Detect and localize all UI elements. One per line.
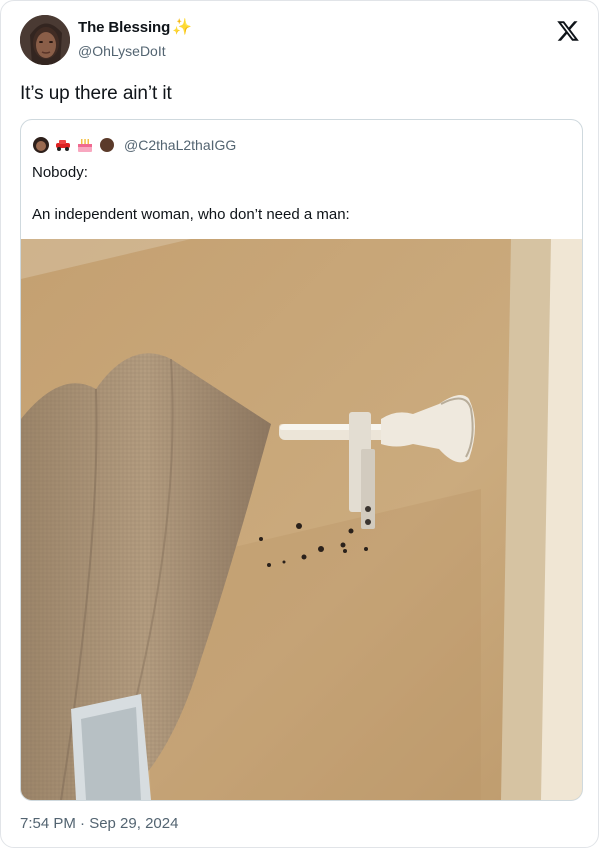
x-logo-icon[interactable] — [556, 19, 580, 43]
car-emoji — [56, 140, 70, 151]
quoted-text-line-1: Nobody: — [32, 164, 88, 181]
tweet-timestamp[interactable]: 7:54 PM · Sep 29, 2024 — [20, 815, 178, 832]
curtain-rod-photo[interactable] — [21, 239, 582, 800]
quoted-text-line-2: An independent woman, who don’t need a m… — [32, 206, 350, 223]
quoted-header: @C2thaL2thaIGG — [32, 136, 236, 154]
sparkles-icon: ✨ — [172, 18, 192, 36]
author-handle[interactable]: @OhLyseDoIt — [78, 43, 166, 59]
birthday-cake-emoji — [78, 139, 92, 152]
avatar-image — [20, 15, 70, 65]
dark-brown-circle-emoji — [100, 138, 114, 152]
author-avatar[interactable] — [20, 15, 70, 65]
woman-profile-emoji — [33, 137, 49, 153]
tweet-card: The Blessing ✨ @OhLyseDoIt It’s up there… — [0, 0, 599, 848]
quoted-handle[interactable]: @C2thaL2thaIGG — [124, 137, 236, 153]
tweet-text: It’s up there ain’t it — [20, 83, 172, 104]
quoted-tweet[interactable]: @C2thaL2thaIGG Nobody: An independent wo… — [20, 119, 583, 801]
author-display-name: The Blessing — [78, 19, 171, 36]
author-name[interactable]: The Blessing ✨ — [78, 19, 192, 36]
